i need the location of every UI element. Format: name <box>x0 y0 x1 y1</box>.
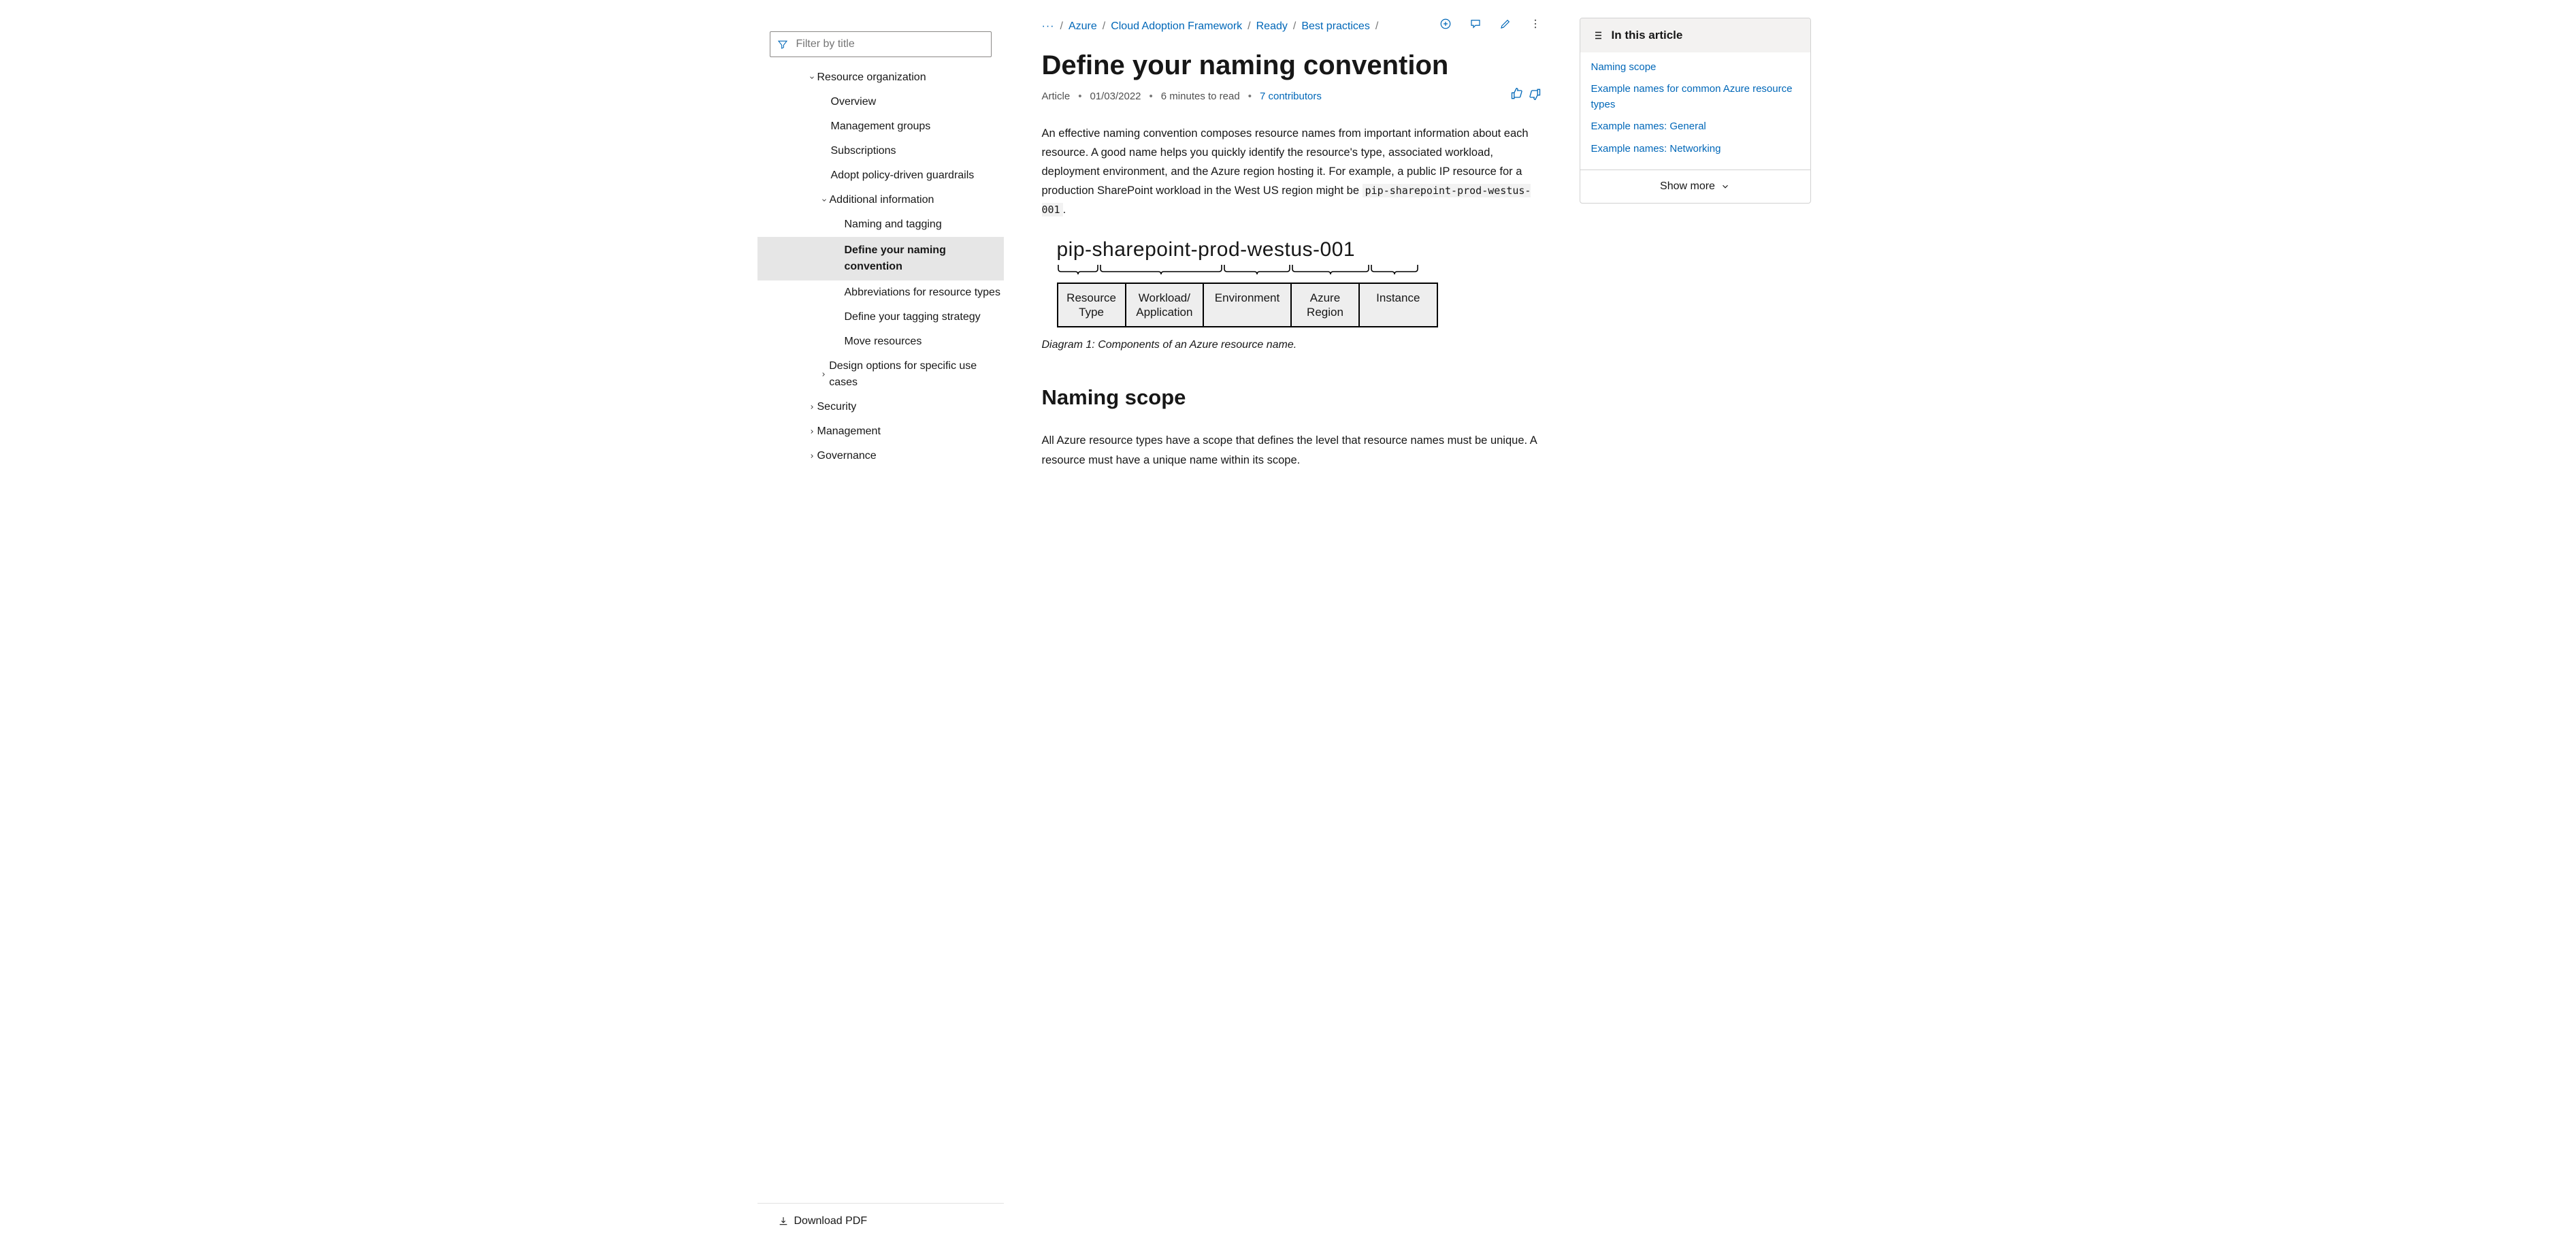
contributors-link[interactable]: 7 contributors <box>1260 89 1322 105</box>
breadcrumb: ··· / Azure / Cloud Adoption Framework /… <box>1042 18 1426 35</box>
breadcrumb-ellipsis[interactable]: ··· <box>1042 18 1055 35</box>
chevron-right-icon <box>808 404 816 411</box>
rail-link[interactable]: Example names: General <box>1591 120 1706 132</box>
sidebar-item-label: Security <box>817 399 857 415</box>
sidebar-item-label: Resource organization <box>817 69 926 86</box>
filter-icon <box>777 39 788 50</box>
diagram-caption: Diagram 1: Components of an Azure resour… <box>1042 337 1542 353</box>
sidebar-item[interactable]: Adopt policy-driven guardrails <box>757 163 1004 188</box>
intro-paragraph: An effective naming convention composes … <box>1042 124 1542 219</box>
rail-link[interactable]: Example names: Networking <box>1591 143 1721 155</box>
rail-link-item: Example names: Networking <box>1591 138 1799 161</box>
article-readtime: 6 minutes to read <box>1161 89 1240 105</box>
article-metadata: Article 01/03/2022 6 minutes to read 7 c… <box>1042 87 1542 106</box>
naming-diagram: pip-sharepoint-prod-westus-001 Resource … <box>1042 234 1542 328</box>
download-pdf-button[interactable]: Download PDF <box>757 1203 1004 1239</box>
filter-input[interactable] <box>795 37 984 51</box>
sidebar-item[interactable]: Management <box>757 419 1004 444</box>
article-kind: Article <box>1042 89 1071 105</box>
diagram-component: Workload/ Application <box>1126 284 1204 327</box>
sidebar-item-label: Management <box>817 423 881 440</box>
sidebar-item[interactable]: Define your naming convention <box>757 237 1004 280</box>
chevron-right-icon <box>808 428 816 435</box>
rail-heading: In this article <box>1612 27 1683 44</box>
sidebar-item[interactable]: Move resources <box>757 329 1004 354</box>
rail-link-item: Naming scope <box>1591 57 1799 79</box>
thumbs-down-icon[interactable] <box>1528 87 1542 106</box>
chevron-down-icon <box>808 74 816 81</box>
sidebar-item[interactable]: Abbreviations for resource types <box>757 280 1004 305</box>
show-more-button[interactable]: Show more <box>1580 170 1810 203</box>
sidebar-item[interactable]: Naming and tagging <box>757 212 1004 237</box>
chevron-down-icon <box>820 197 828 204</box>
list-icon <box>1591 29 1603 42</box>
diagram-component: Environment <box>1204 284 1292 327</box>
sidebar-item[interactable]: Overview <box>757 90 1004 114</box>
sidebar-item[interactable]: Subscriptions <box>757 139 1004 163</box>
article-main: ··· / Azure / Cloud Adoption Framework /… <box>1004 0 1580 1239</box>
rail-link-item: Example names for common Azure resource … <box>1591 78 1799 116</box>
sidebar-item[interactable]: Define your tagging strategy <box>757 305 1004 329</box>
rail-link[interactable]: Example names for common Azure resource … <box>1591 83 1793 110</box>
section-paragraph: All Azure resource types have a scope th… <box>1042 431 1542 469</box>
sidebar-item[interactable]: Additional information <box>757 188 1004 212</box>
show-more-label: Show more <box>1660 178 1715 195</box>
sidebar-item[interactable]: Design options for specific use cases <box>757 354 1004 395</box>
article-actions <box>1439 18 1542 35</box>
chevron-right-icon <box>820 371 828 378</box>
section-heading: Naming scope <box>1042 382 1542 414</box>
chevron-down-icon <box>1721 182 1730 191</box>
diagram-component: Resource Type <box>1058 284 1126 327</box>
sidebar-item[interactable]: Security <box>757 395 1004 419</box>
sidebar: Resource organization OverviewManagement … <box>757 0 1004 1239</box>
sidebar-item-label: Governance <box>817 448 877 464</box>
rail-link-item: Example names: General <box>1591 116 1799 138</box>
feedback-icon[interactable] <box>1469 18 1482 35</box>
filter-by-title[interactable] <box>770 31 992 57</box>
breadcrumb-item[interactable]: Azure <box>1069 18 1097 35</box>
sidebar-item[interactable]: Management groups <box>757 114 1004 139</box>
sidebar-item-label: Design options for specific use cases <box>829 358 1003 391</box>
sidebar-item[interactable]: Governance <box>757 444 1004 468</box>
rail-link[interactable]: Naming scope <box>1591 61 1657 73</box>
breadcrumb-item[interactable]: Ready <box>1256 18 1288 35</box>
chevron-right-icon <box>808 453 816 460</box>
article-date: 01/03/2022 <box>1090 89 1141 105</box>
in-this-article-rail: In this article Naming scope Example name… <box>1580 0 1819 1239</box>
page-title: Define your naming convention <box>1042 49 1542 82</box>
sidebar-item-label: Additional information <box>830 192 934 208</box>
diagram-component: Azure Region <box>1292 284 1360 327</box>
add-icon[interactable] <box>1439 18 1452 35</box>
breadcrumb-item[interactable]: Best practices <box>1301 18 1369 35</box>
diagram-name-string: pip-sharepoint-prod-westus-001 <box>1057 234 1542 265</box>
thumbs-up-icon[interactable] <box>1510 87 1524 106</box>
breadcrumb-item[interactable]: Cloud Adoption Framework <box>1111 18 1242 35</box>
diagram-component: Instance <box>1360 284 1436 327</box>
download-pdf-label: Download PDF <box>794 1213 868 1229</box>
sidebar-item[interactable]: Resource organization <box>757 65 1004 90</box>
download-icon <box>778 1216 789 1227</box>
edit-icon[interactable] <box>1499 18 1512 35</box>
table-of-contents: Resource organization OverviewManagement … <box>757 65 1004 468</box>
more-icon[interactable] <box>1529 18 1542 35</box>
